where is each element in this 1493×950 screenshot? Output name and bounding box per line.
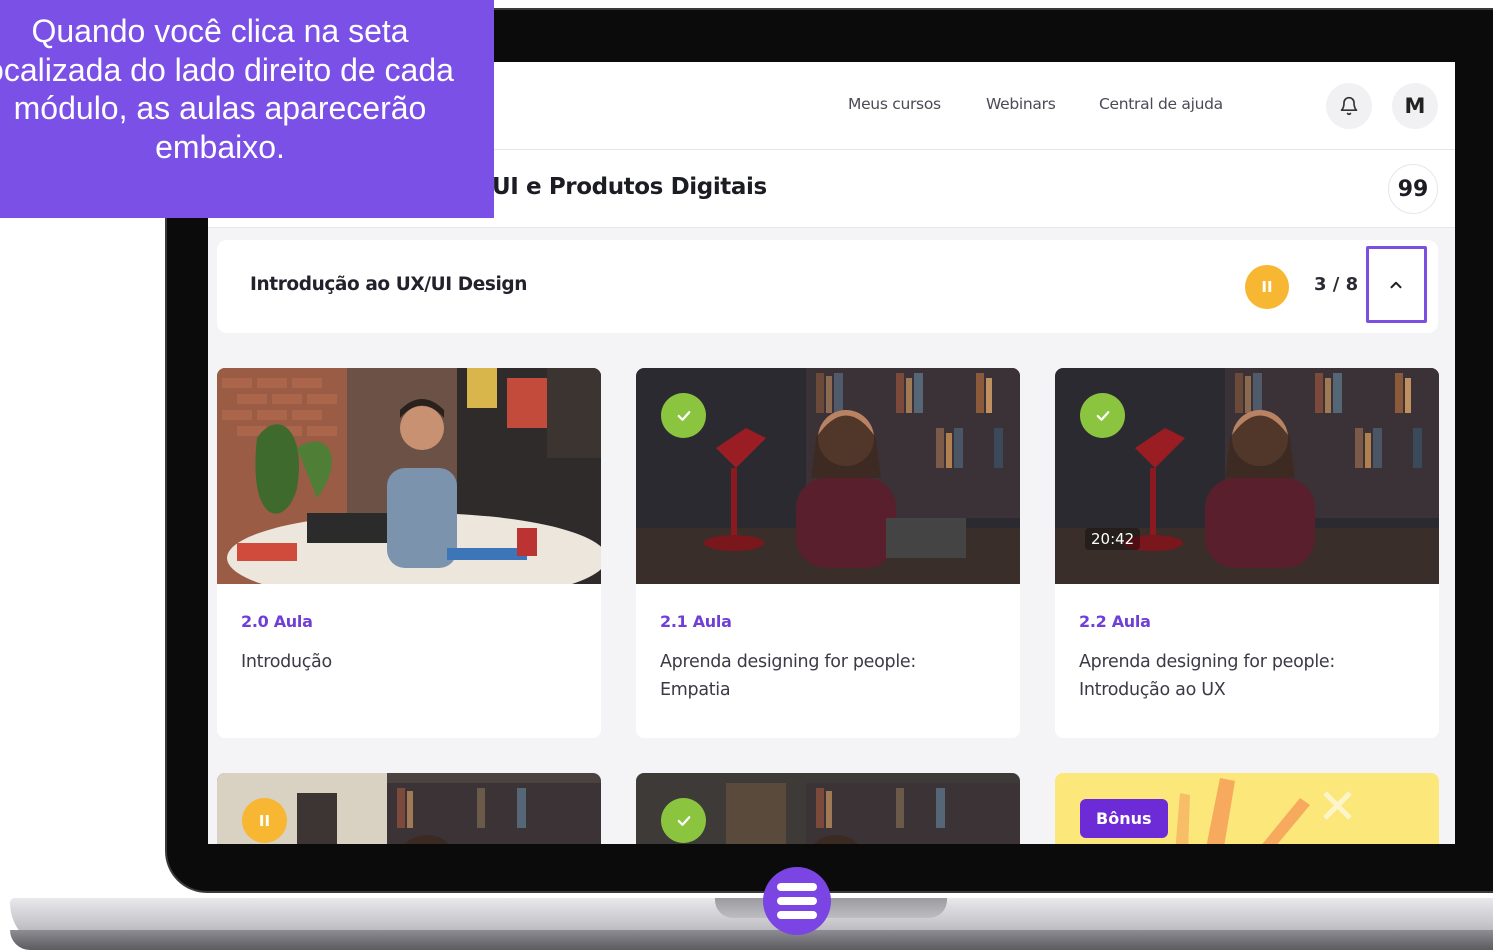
completed-check-icon [661,393,706,438]
lesson-card[interactable]: 20:42 2.2 Aula Aprenda designing for peo… [1055,368,1439,738]
brand-logo-icon [763,867,831,935]
bonus-thumbnail[interactable]: Bônus [1055,773,1439,844]
laptop-notch [715,898,947,918]
module-progress: 3 / 8 [1314,274,1359,295]
bonus-badge: Bônus [1080,799,1168,838]
lesson-title: Introdução [241,652,332,672]
lesson-number: 2.0 Aula [241,612,313,631]
module-title: Introdução ao UX/UI Design [250,274,528,295]
bonus-card[interactable]: Bônus [1055,773,1439,844]
completed-check-icon [661,798,706,843]
quote-icon-button[interactable]: 99 [1388,164,1438,214]
lesson-thumbnail[interactable]: 20:42 [1055,368,1439,584]
instruction-tooltip: Quando você clica na seta ocalizada do l… [0,0,494,218]
lesson-duration: 20:42 [1085,528,1141,550]
lesson-card[interactable]: 2.0 Aula Introdução [217,368,601,738]
lesson-title: Aprenda designing for people: Empatia [660,652,916,700]
course-title: UI e Produtos Digitais [492,174,767,200]
pause-icon: II [242,798,287,843]
toggle-highlight-box [1366,246,1427,323]
lesson-thumbnail[interactable] [636,368,1020,584]
nav-link-central-de-ajuda[interactable]: Central de ajuda [1099,95,1223,113]
lesson-card[interactable]: 2.1 Aula Aprenda designing for people: E… [636,368,1020,738]
module-status-icon: II [1261,278,1273,296]
lesson-card[interactable]: II [217,773,601,844]
module-header[interactable]: Introdução ao UX/UI Design II 3 / 8 [217,240,1438,333]
nav-link-meus-cursos[interactable]: Meus cursos [848,95,941,113]
user-avatar[interactable]: M [1392,83,1438,129]
lesson-title: Aprenda designing for people: Introdução… [1079,652,1335,700]
lesson-number: 2.2 Aula [1079,612,1151,631]
nav-link-webinars[interactable]: Webinars [986,95,1056,113]
lesson-number: 2.1 Aula [660,612,732,631]
pause-icon: II [1245,265,1289,309]
instruction-text: Quando você clica na seta ocalizada do l… [0,13,454,165]
lesson-thumbnail[interactable] [636,773,1020,844]
quote-icon: 99 [1397,176,1429,202]
laptop-base-shadow [10,930,1493,950]
lesson-card[interactable] [636,773,1020,844]
notifications-button[interactable] [1326,83,1372,129]
stage: Meus cursos Webinars Central de ajuda M … [0,0,1493,950]
bell-icon [1340,96,1358,116]
lesson-status-icon: II [258,811,271,830]
lesson-thumbnail[interactable] [217,368,601,584]
completed-check-icon [1080,393,1125,438]
lesson-thumbnail[interactable]: II [217,773,601,844]
